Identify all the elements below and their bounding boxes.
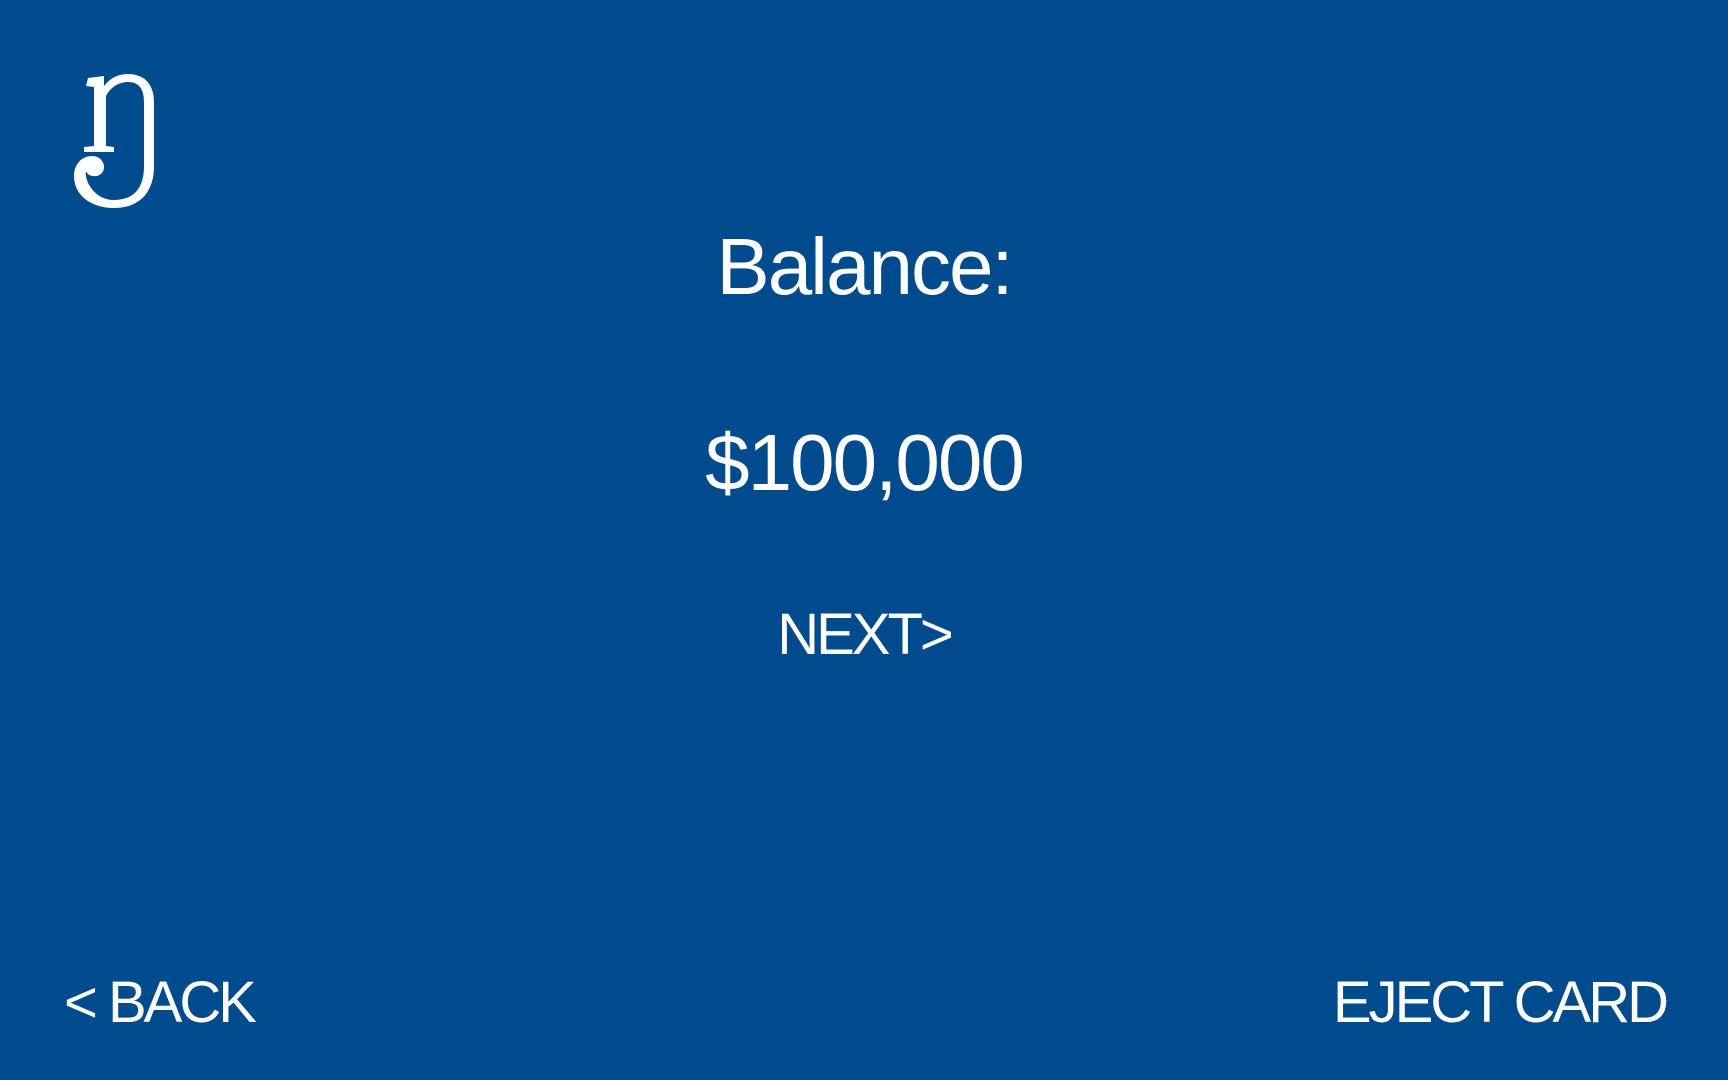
bank-monogram-logo-icon bbox=[74, 74, 154, 208]
balance-label: Balance: bbox=[716, 222, 1013, 311]
bank-logo bbox=[70, 70, 166, 212]
atm-balance-screen: Balance: $100,000 NEXT> < BACK EJECT CAR… bbox=[0, 0, 1728, 1080]
back-button[interactable]: < BACK bbox=[64, 970, 257, 1036]
balance-amount: $100,000 bbox=[705, 418, 1025, 507]
eject-card-button[interactable]: EJECT CARD bbox=[1333, 970, 1669, 1036]
next-button[interactable]: NEXT> bbox=[0, 602, 1728, 668]
